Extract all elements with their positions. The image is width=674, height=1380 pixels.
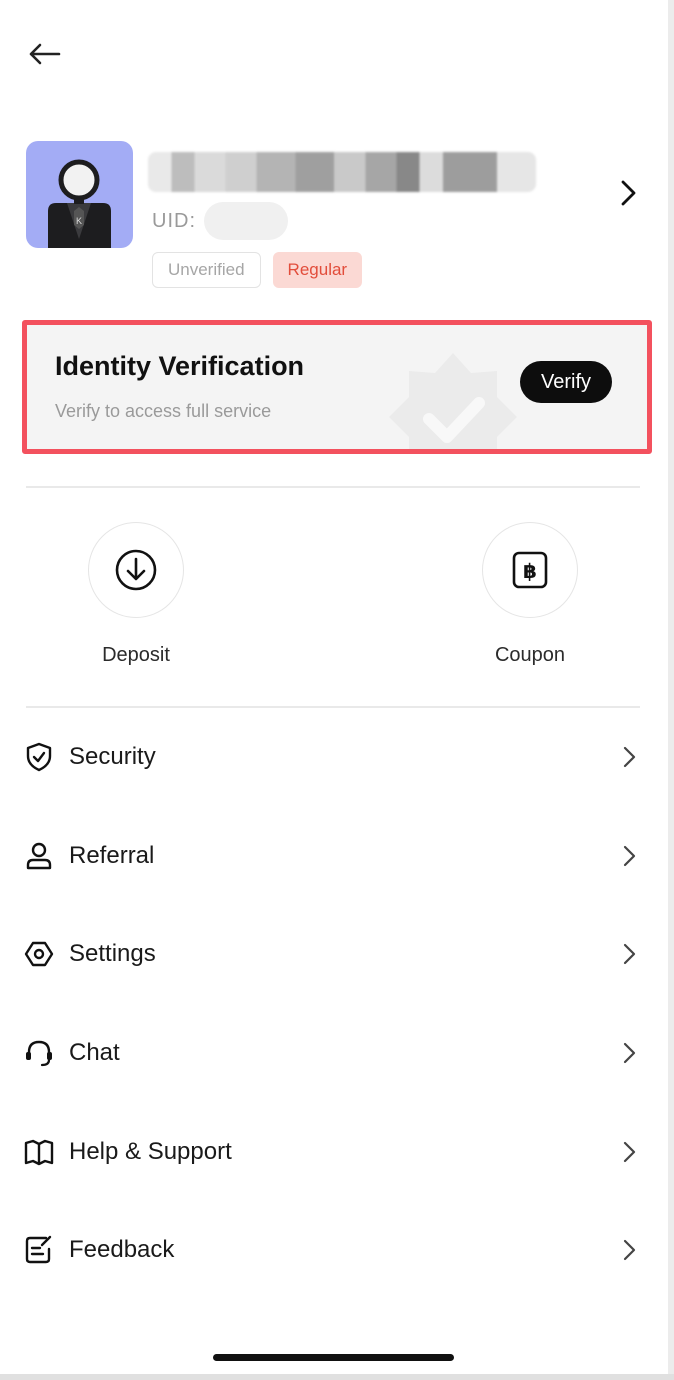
verify-button[interactable]: Verify [520,361,612,403]
username-redacted [148,152,536,192]
unverified-badge: Unverified [152,252,261,288]
regular-badge: Regular [272,252,363,288]
home-indicator[interactable] [213,1354,454,1361]
status-tags: Unverified Regular [152,252,363,288]
hexagon-settings-icon [24,939,54,969]
user-icon [24,841,54,871]
menu-item-chat[interactable]: Chat [0,1004,674,1103]
identity-verification-title: Identity Verification [55,351,305,381]
menu-item-referral[interactable]: Referral [0,807,674,906]
settings-menu: Security Referral Settings Chat Help & S… [0,708,674,1300]
svg-text:K: K [76,216,82,226]
menu-item-security[interactable]: Security [0,708,674,807]
profile-card[interactable]: K UID: Unverified Regular [26,140,646,290]
coupon-icon-circle: ฿ [482,522,578,618]
menu-label: Feedback [69,1236,175,1264]
shield-check-icon [24,742,54,772]
menu-label: Security [69,743,156,771]
verified-badge-watermark-icon [389,353,517,449]
deposit-icon-circle [88,522,184,618]
menu-label: Help & Support [69,1137,232,1165]
bottom-edge [0,1374,674,1380]
coupon-label: Coupon [494,644,566,666]
chevron-right-icon [620,1139,638,1165]
chevron-right-icon [620,1237,638,1263]
account-page: K UID: Unverified Regular Identity Verif… [0,0,674,1380]
chevron-right-icon [618,178,638,213]
back-button[interactable] [24,36,64,72]
deposit-label: Deposit [102,644,170,666]
identity-verification-card[interactable]: Identity Verification Verify to access f… [22,320,652,454]
menu-item-settings[interactable]: Settings [0,905,674,1004]
divider [26,486,640,488]
menu-label: Settings [69,940,156,968]
uid-row: UID: [152,202,288,240]
bitcoin-coupon-icon: ฿ [512,551,548,589]
menu-item-help-support[interactable]: Help & Support [0,1102,674,1201]
headset-icon [24,1038,54,1068]
chevron-right-icon [620,744,638,770]
book-icon [24,1137,54,1167]
uid-label: UID: [152,209,196,232]
menu-item-feedback[interactable]: Feedback [0,1201,674,1300]
chevron-right-icon [620,1040,638,1066]
feedback-edit-icon [24,1235,54,1265]
svg-text:฿: ฿ [523,559,537,583]
chevron-right-icon [620,843,638,869]
avatar: K [26,141,133,248]
download-circle-icon [115,549,157,591]
uid-value-redacted [204,202,288,240]
menu-label: Referral [69,841,155,869]
chevron-right-icon [620,941,638,967]
coupon-action[interactable]: ฿ Coupon [450,522,610,667]
arrow-left-icon [29,43,61,65]
deposit-action[interactable]: Deposit [56,522,216,667]
menu-label: Chat [69,1039,120,1067]
identity-verification-subtitle: Verify to access full service [55,401,272,421]
